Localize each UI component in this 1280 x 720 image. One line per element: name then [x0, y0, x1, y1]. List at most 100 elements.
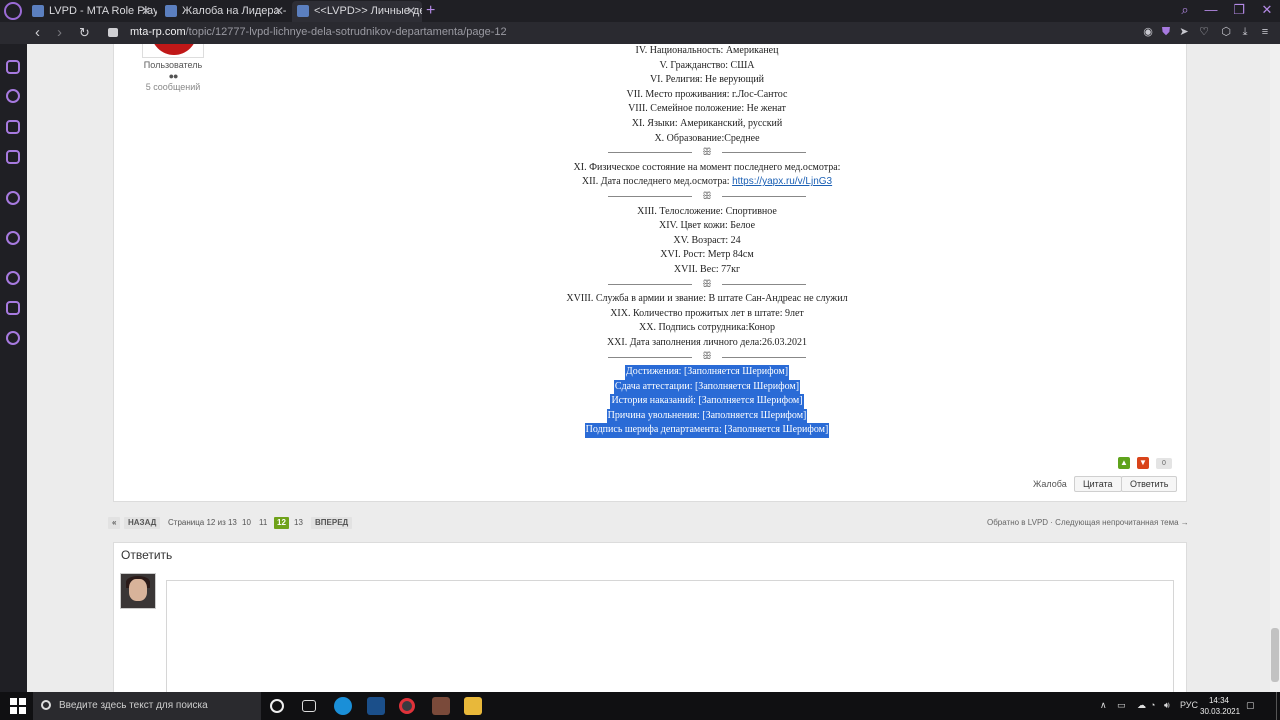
tab-personal-files[interactable]: <<LVPD>> Личные дела с ✕: [292, 1, 422, 22]
cloud-icon[interactable]: ☁: [1137, 700, 1146, 711]
avatar[interactable]: [142, 44, 204, 58]
package-icon[interactable]: ⬡: [1219, 25, 1233, 39]
wifi-icon[interactable]: ◔: [1150, 700, 1155, 710]
avatar-image: [129, 579, 147, 601]
rank-pips: ●●: [168, 71, 179, 81]
forum-favicon-icon: [165, 5, 177, 17]
gamepad-icon[interactable]: [6, 60, 20, 74]
post-line: X. Образование:Среднее: [654, 132, 760, 144]
steam-icon[interactable]: [367, 697, 385, 715]
first-page-button[interactable]: «: [108, 517, 121, 529]
reload-icon[interactable]: ↻: [79, 23, 90, 43]
post-line: XII. Дата последнего мед.осмотра: https:…: [387, 175, 1027, 190]
medical-link[interactable]: https://yapx.ru/v/LjnG3: [732, 176, 832, 187]
edge-icon[interactable]: [334, 697, 352, 715]
rating-count: 0: [1156, 458, 1172, 469]
post-line: VII. Место проживания: г.Лос-Сантос: [626, 88, 788, 100]
page-link[interactable]: 10: [242, 517, 251, 529]
scrollbar-thumb[interactable]: [1271, 628, 1279, 682]
reply-editor[interactable]: [166, 580, 1174, 692]
back-icon[interactable]: ‹: [35, 23, 40, 43]
post-line: XVII. Вес: 77кг: [673, 263, 741, 275]
post-line: VI. Религия: Не верующий: [649, 74, 765, 86]
settings-gear-icon[interactable]: [6, 331, 20, 345]
player-icon[interactable]: [6, 231, 20, 245]
back-links[interactable]: Обратно в LVPD · Следующая непрочитанная…: [987, 518, 1189, 527]
close-icon[interactable]: ✕: [406, 1, 416, 21]
cube-icon[interactable]: [6, 301, 20, 315]
whatsapp-icon[interactable]: [6, 191, 20, 205]
forum-favicon-icon: [32, 5, 44, 17]
send-icon[interactable]: ➤: [1177, 25, 1191, 39]
post-line: XVIII. Служба в армии и звание: В штате …: [566, 293, 848, 305]
post-line: V. Гражданство: США: [659, 59, 755, 71]
show-desktop-button[interactable]: [1276, 692, 1280, 720]
windows-start-icon[interactable]: [10, 698, 26, 714]
history-icon[interactable]: [6, 271, 20, 285]
language-indicator[interactable]: РУС: [1180, 700, 1198, 710]
camera-icon[interactable]: ◉: [1141, 25, 1155, 39]
quote-button[interactable]: Цитата: [1074, 476, 1122, 492]
lock-icon: [108, 28, 118, 37]
post-line: XVI. Рост: Метр 84см: [660, 249, 754, 261]
close-window-icon[interactable]: ✕: [1252, 0, 1280, 22]
close-icon[interactable]: ✕: [274, 1, 284, 21]
page-info: Страница 12 из 13: [168, 518, 237, 527]
page-link[interactable]: 13: [294, 517, 303, 529]
cortana-icon[interactable]: [270, 699, 284, 713]
selected-text: Сдача аттестации: [Заполняется Шерифом]: [613, 379, 801, 395]
post-content: IV. Национальность: Американец V. Гражда…: [387, 44, 1027, 439]
post-line: XXI. Дата заполнения личного дела:26.03.…: [606, 336, 808, 348]
next-page-button[interactable]: ВПЕРЕД: [311, 517, 353, 529]
tray-chevron-icon[interactable]: ∧: [1100, 700, 1107, 711]
rate-down-icon[interactable]: ▼: [1137, 457, 1149, 469]
speed-icon[interactable]: [6, 89, 20, 103]
tab-lvpd[interactable]: LVPD - MTA Role Play ✕: [27, 1, 157, 22]
report-link[interactable]: Жалоба: [1033, 479, 1067, 489]
post-line: XI. Физическое состояние на момент после…: [573, 161, 841, 173]
ornament-divider: ꕥ: [387, 146, 1027, 161]
menu-icon[interactable]: ≡: [1258, 25, 1272, 39]
ornament-divider: ꕥ: [387, 278, 1027, 293]
forward-icon[interactable]: ›: [57, 23, 62, 43]
tab-complaint[interactable]: Жалоба на Лидера - Стра ✕: [160, 1, 290, 22]
restore-icon[interactable]: ❐: [1224, 0, 1254, 22]
download-icon[interactable]: ⤓: [1238, 25, 1252, 39]
opera-icon[interactable]: [399, 698, 415, 714]
post-line: VIII. Семейное положение: Не женат: [628, 103, 786, 115]
post-line: XIII. Телосложение: Спортивное: [637, 205, 777, 217]
volume-icon[interactable]: 🔊︎: [1164, 700, 1170, 711]
clock[interactable]: 14:34 30.03.2021: [1200, 695, 1240, 717]
network-icon[interactable]: ▭: [1117, 700, 1126, 711]
task-view-icon[interactable]: [302, 700, 316, 712]
rate-up-icon[interactable]: ▲: [1118, 457, 1130, 469]
prev-page-button[interactable]: НАЗАД: [124, 517, 161, 529]
game-icon[interactable]: [432, 697, 450, 715]
url-field[interactable]: mta-rp.com/topic/12777-lvpd-lichnye-dela…: [130, 26, 507, 38]
minimize-icon[interactable]: —: [1196, 0, 1226, 22]
current-page: 12: [274, 517, 289, 529]
twitch-icon[interactable]: [6, 150, 20, 164]
reply-title: Ответить: [121, 548, 173, 562]
file-explorer-icon[interactable]: [464, 697, 482, 715]
heart-icon[interactable]: ♡: [1197, 25, 1211, 39]
post-line: IV. Национальность: Американец: [635, 45, 779, 56]
opera-menu-icon[interactable]: [4, 2, 22, 20]
post-line: XV. Возраст: 24: [673, 234, 741, 246]
forum-favicon-icon: [297, 5, 309, 17]
selected-text: Причина увольнения: [Заполняется Шерифом…: [606, 408, 808, 424]
windows-taskbar: Введите здесь текст для поиска ∧ ▭ ☁ ◔ 🔊…: [0, 692, 1280, 720]
notifications-icon[interactable]: ▢: [1246, 700, 1255, 711]
vpn-shield-icon[interactable]: ⛊: [1159, 25, 1173, 39]
reply-button[interactable]: Ответить: [1121, 476, 1178, 492]
new-tab-icon[interactable]: +: [426, 0, 435, 21]
taskbar-search[interactable]: Введите здесь текст для поиска: [33, 692, 261, 720]
medical-date-label: XII. Дата последнего мед.осмотра:: [581, 176, 733, 188]
bag-icon[interactable]: [6, 120, 20, 134]
scrollbar[interactable]: [1270, 44, 1280, 692]
page-link[interactable]: 11: [259, 517, 267, 529]
author-post-count: 5 сообщений: [145, 82, 201, 92]
opera-sidebar: [0, 44, 27, 692]
close-icon[interactable]: ✕: [141, 1, 151, 21]
web-page: Пользователь ●● 5 сообщений IV. Национал…: [27, 44, 1270, 692]
